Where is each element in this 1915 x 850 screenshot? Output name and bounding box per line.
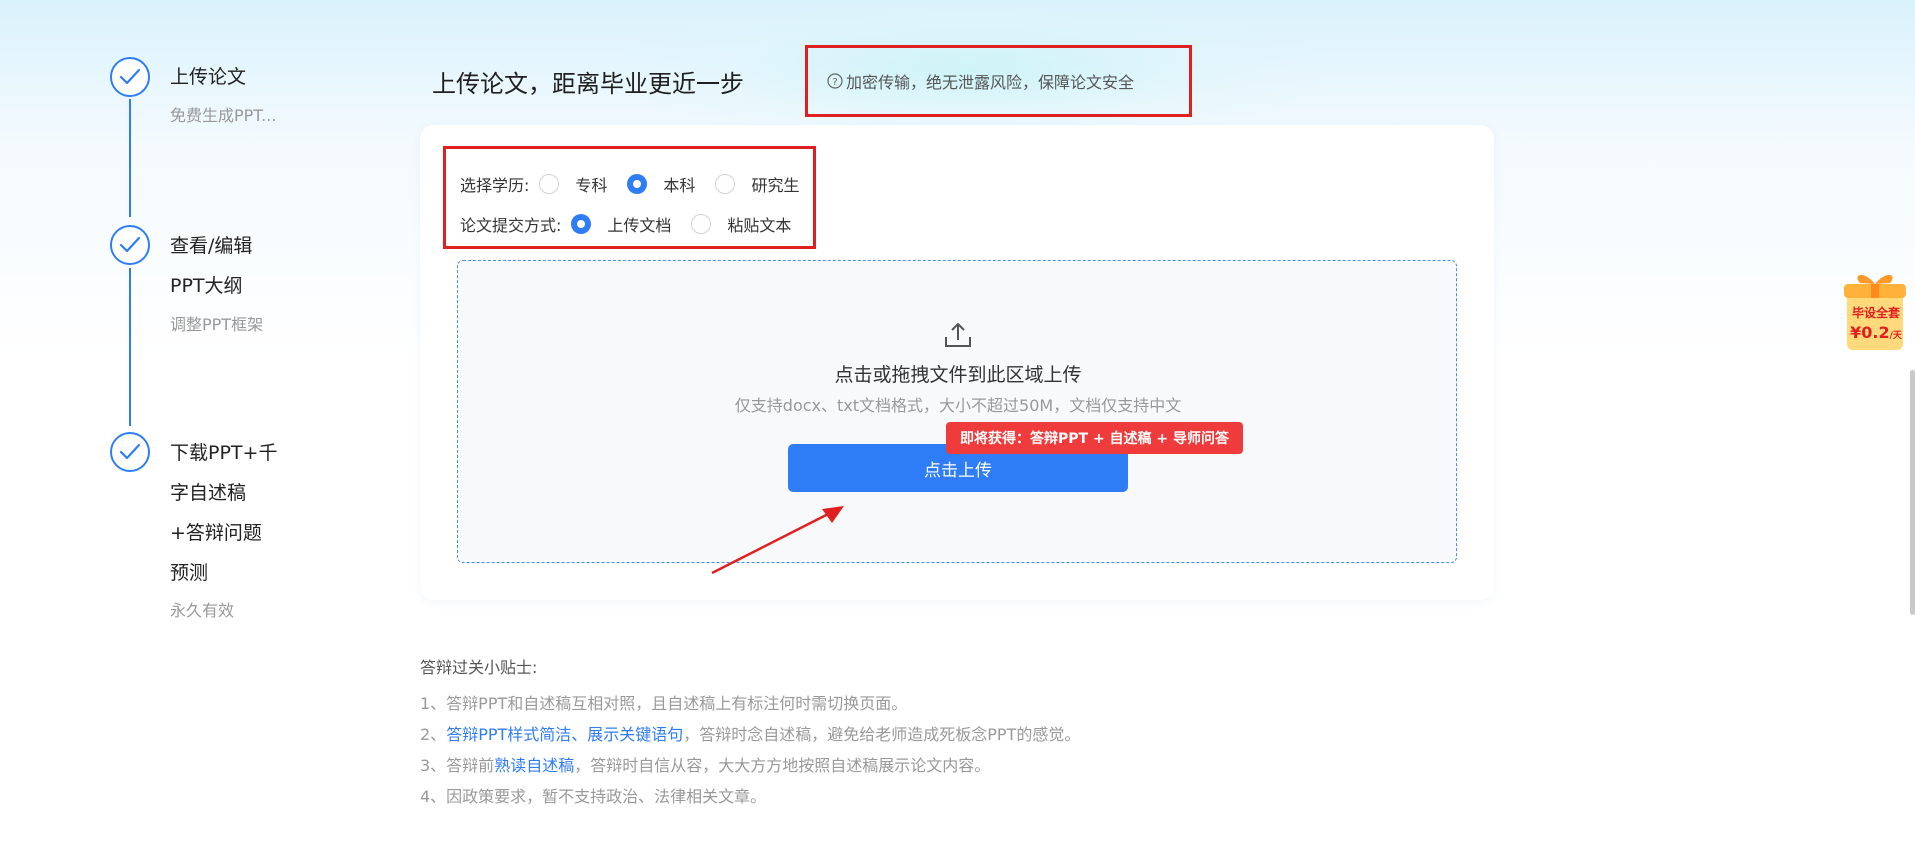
pointer-arrow-icon (711, 506, 844, 575)
degree-radio-yanjiusheng[interactable]: 研究生 (715, 172, 799, 196)
info-icon: ? (827, 73, 843, 89)
step-3-title-line-4: 预测 (170, 562, 209, 584)
step-2-title-line-2: PPT大纲 (170, 275, 243, 297)
security-notice-text: 加密传输，绝无泄露风险，保障论文安全 (846, 73, 1135, 92)
tips-title: 答辩过关小贴士: (420, 658, 538, 677)
step-3-title-line-1: 下载PPT+千 (170, 442, 278, 464)
submit-radio-paste-text[interactable]: 粘贴文本 (691, 212, 791, 236)
degree-radio-zhuanke[interactable]: 专科 (539, 172, 607, 196)
step-1-check-icon (110, 57, 150, 97)
gift-price: ¥0.2/天 (1846, 323, 1906, 342)
dropzone-title: 点击或拖拽文件到此区域上传 (834, 364, 1082, 386)
svg-text:?: ? (832, 77, 837, 88)
degree-options: 选择学历: 专科 本科 研究生 (460, 172, 819, 196)
submit-radio-upload-doc[interactable]: 上传文档 (571, 212, 671, 236)
step-1-title: 上传论文 (170, 66, 247, 88)
tip-1: 1、答辩PPT和自述稿互相对照，且自述稿上有标注何时需切换页面。 (420, 694, 908, 713)
radio-unchecked-icon[interactable] (715, 174, 736, 194)
step-1-subtitle: 免费生成PPT... (170, 106, 277, 125)
tip-2: 2、答辩PPT样式简洁、展示关键语句，答辩时念自述稿，避免给老师造成死板念PPT… (420, 719, 1080, 750)
step-3-title-line-3: +答辩问题 (170, 522, 262, 544)
gift-price-unit: /天 (1889, 331, 1902, 341)
radio-unchecked-icon[interactable] (691, 214, 712, 234)
radio-unchecked-icon[interactable] (539, 174, 560, 194)
submit-option-label: 粘贴文本 (727, 216, 792, 235)
degree-option-label: 研究生 (751, 176, 800, 195)
degree-option-label: 本科 (663, 176, 696, 195)
security-notice: ? 加密传输，绝无泄露风险，保障论文安全 (827, 69, 1134, 93)
scrollbar-thumb[interactable] (1910, 370, 1915, 615)
tip-3-suffix: ，答辩时自信从容，大大方方地按照自述稿展示论文内容。 (574, 756, 991, 775)
tip-2-highlight: 答辩PPT样式简洁、展示关键语句 (446, 725, 684, 744)
step-connector-1 (129, 99, 131, 217)
promo-badge: 即将获得：答辩PPT + 自述稿 + 导师问答 (946, 422, 1244, 454)
tip-2-suffix: ，答辩时念自述稿，避免给老师造成死板念PPT的感觉。 (683, 725, 1081, 744)
step-connector-2 (129, 268, 131, 426)
tip-3-highlight: 熟读自述稿 (494, 756, 575, 775)
degree-radio-benke[interactable]: 本科 (627, 172, 695, 196)
tip-3-prefix: 3、答辩前 (420, 756, 495, 775)
submit-method-options: 论文提交方式: 上传文档 粘贴文本 (460, 212, 811, 236)
tips-section: 答辩过关小贴士: 1、答辩PPT和自述稿互相对照，且自述稿上有标注何时需切换页面… (420, 654, 1080, 812)
gift-label: 毕设全套 (1851, 306, 1900, 320)
tip-3: 3、答辩前熟读自述稿，答辩时自信从容，大大方方地按照自述稿展示论文内容。 (420, 750, 1080, 781)
step-2-title-line-1: 查看/编辑 (170, 235, 253, 257)
tip-4: 4、因政策要求，暂不支持政治、法律相关文章。 (420, 787, 767, 806)
dropzone-hint: 仅支持docx、txt文档格式，大小不超过50M，文档仅支持中文 (734, 396, 1182, 415)
degree-label: 选择学历: (460, 176, 530, 195)
page-title: 上传论文，距离毕业更近一步 (432, 70, 744, 98)
radio-checked-icon[interactable] (571, 214, 592, 234)
radio-checked-icon[interactable] (627, 174, 648, 194)
options-highlight: 选择学历: 专科 本科 研究生 论文提交方式: 上传文档 粘贴文本 (443, 146, 816, 249)
submit-method-label: 论文提交方式: (460, 216, 562, 235)
security-notice-highlight: ? 加密传输，绝无泄露风险，保障论文安全 (805, 45, 1192, 117)
step-3-subtitle: 永久有效 (170, 601, 235, 620)
gift-price-value: ¥0.2 (1850, 323, 1890, 342)
degree-option-label: 专科 (575, 176, 608, 195)
gift-promo-widget[interactable]: 毕设全套 ¥0.2/天 (1844, 268, 1906, 352)
submit-option-label: 上传文档 (607, 216, 672, 235)
step-2-subtitle: 调整PPT框架 (170, 315, 264, 334)
step-3-title-line-2: 字自述稿 (170, 482, 247, 504)
step-3-check-icon (110, 432, 150, 472)
tip-2-prefix: 2、 (420, 725, 447, 744)
upload-icon (945, 323, 971, 347)
upload-dropzone[interactable]: 点击或拖拽文件到此区域上传 仅支持docx、txt文档格式，大小不超过50M，文… (457, 260, 1457, 563)
step-2-check-icon (110, 225, 150, 265)
